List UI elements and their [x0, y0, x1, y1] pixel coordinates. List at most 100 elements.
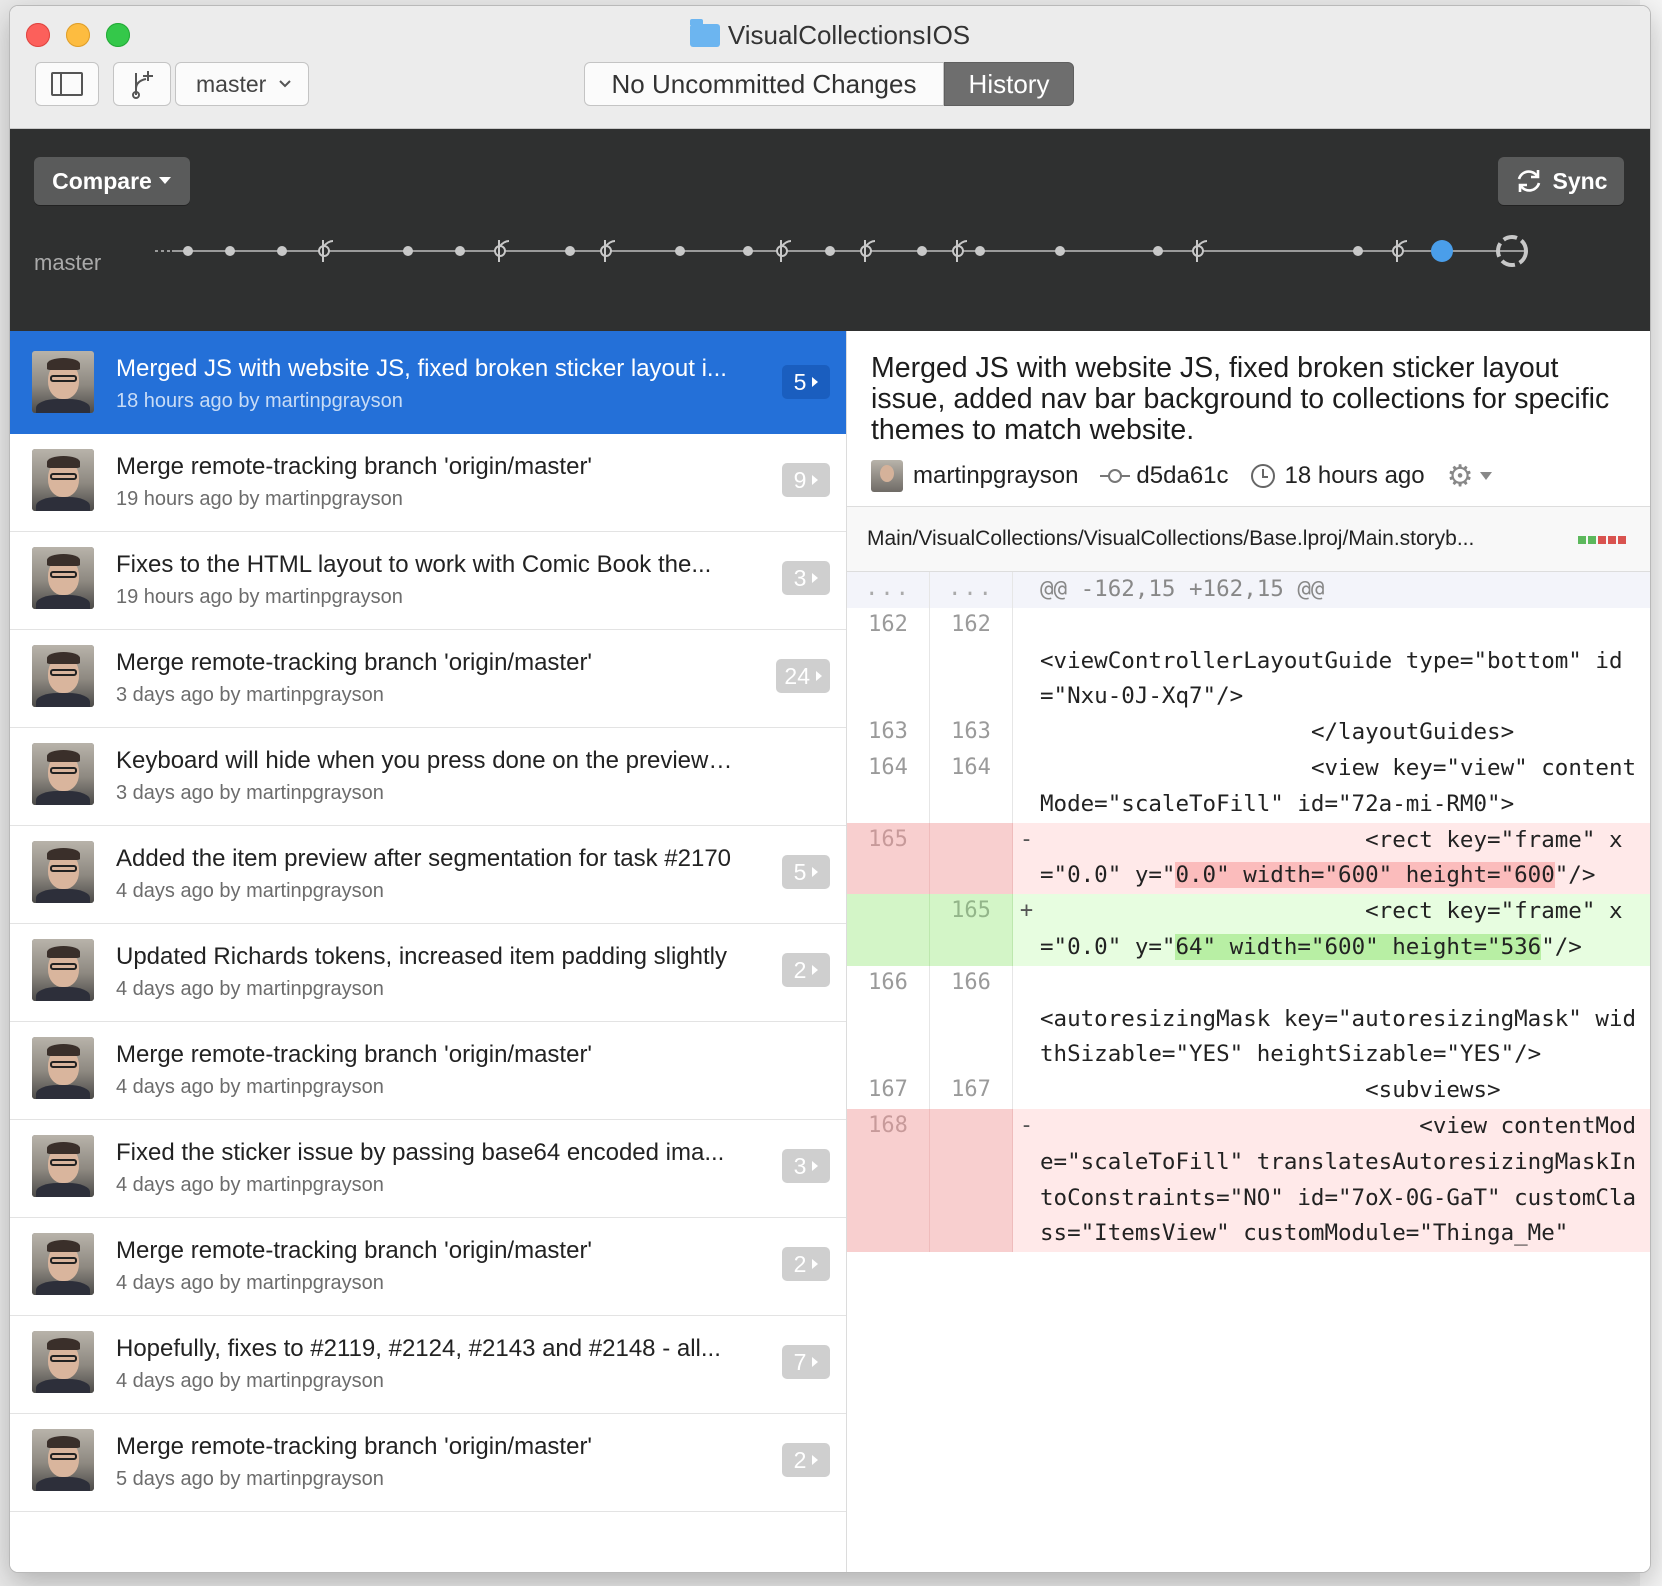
commit-meta: 4 days ago by martinpgrayson	[116, 978, 384, 1000]
changed-files-badge[interactable]: 9	[782, 463, 830, 497]
branch-select[interactable]: master	[175, 62, 309, 106]
author-avatar	[32, 1331, 94, 1393]
commit-row[interactable]: Fixes to the HTML layout to work with Co…	[10, 527, 846, 630]
changed-files-count: 5	[793, 368, 807, 395]
commit-row[interactable]: Merge remote-tracking branch 'origin/mas…	[10, 1409, 846, 1512]
author-avatar	[32, 351, 94, 413]
changed-files-badge[interactable]: 2	[782, 1443, 830, 1477]
tab-history[interactable]: History	[944, 62, 1074, 106]
author-avatar	[871, 460, 903, 492]
commit-title: Merged JS with website JS, fixed broken …	[116, 355, 727, 382]
old-line-number: 167	[847, 1073, 930, 1109]
new-line-number: 163	[930, 715, 1013, 751]
commit-row[interactable]: Fixed the sticker issue by passing base6…	[10, 1115, 846, 1218]
diff-code: <rect key="frame" x="0.0" y="64" width="…	[1040, 898, 1623, 960]
diff-line-ctx: 166 166 <autoresizingMask key="autoresizi…	[847, 965, 1650, 1074]
changed-files-badge[interactable]: 3	[782, 561, 830, 595]
timeline-commit-dot[interactable]	[743, 246, 753, 256]
sidebar-icon	[51, 72, 83, 96]
timeline-commit-dot[interactable]	[565, 246, 575, 256]
timeline-commit-dot[interactable]	[1055, 246, 1065, 256]
diffstat-add	[1578, 536, 1586, 544]
commit-title: Added the item preview after segmentatio…	[116, 845, 732, 872]
changed-files-badge[interactable]: 3	[782, 1149, 830, 1183]
commit-meta: 19 hours ago by martinpgrayson	[116, 586, 403, 608]
disclosure-icon	[812, 573, 819, 583]
diff-line-del: 165 - <rect key="frame" x="0.0" y="0.0" w…	[847, 822, 1650, 895]
timeline-commit-dot[interactable]	[277, 246, 287, 256]
commit-row[interactable]: Merge remote-tracking branch 'origin/mas…	[10, 625, 846, 728]
commit-title: Merge remote-tracking branch 'origin/mas…	[116, 1433, 593, 1460]
changed-files-badge[interactable]: 24	[776, 659, 830, 693]
commit-row[interactable]: Hopefully, fixes to #2119, #2124, #2143 …	[10, 1311, 846, 1414]
timeline-commit-dot[interactable]	[225, 246, 235, 256]
diff-line-add: 165 + <rect key="frame" x="0.0" y="64" wi…	[847, 894, 1650, 966]
tab-uncommitted-changes[interactable]: No Uncommitted Changes	[584, 62, 944, 106]
changed-files-count: 7	[793, 1348, 807, 1375]
diffstat-add	[1588, 536, 1596, 544]
new-line-number: 162	[930, 607, 1013, 716]
diff-sign	[1013, 751, 1040, 823]
diff-file-header[interactable]: Main/VisualCollections/VisualCollections…	[847, 506, 1650, 572]
diff-code: <subviews>	[1040, 1077, 1501, 1104]
commit-meta: 4 days ago by martinpgrayson	[116, 1174, 384, 1196]
timeline-commit-dot[interactable]	[675, 246, 685, 256]
disclosure-icon	[812, 1161, 819, 1171]
new-line-number: 166	[930, 965, 1013, 1074]
commit-sha[interactable]: d5da61c	[1136, 462, 1228, 490]
diff-view[interactable]: ...... @@ -162,15 +162,15 @@ 162 162 <viewC…	[847, 572, 1650, 1253]
timeline-commit-dot[interactable]	[455, 246, 465, 256]
commit-row[interactable]: Keyboard will hide when you press done o…	[10, 723, 846, 826]
diff-sign	[1013, 1073, 1040, 1109]
commit-row[interactable]: Merged JS with website JS, fixed broken …	[10, 331, 846, 434]
timeline-commit-dot[interactable]	[825, 246, 835, 256]
old-line-number: 162	[847, 607, 930, 716]
sidebar-toggle-button[interactable]	[35, 62, 99, 106]
commit-row[interactable]: Merge remote-tracking branch 'origin/mas…	[10, 1017, 846, 1120]
timeline-commit-dot[interactable]	[917, 246, 927, 256]
window-title: VisualCollectionsIOS	[10, 19, 1650, 51]
timeline-commit-dot[interactable]	[1153, 246, 1163, 256]
timeline-commit-dot[interactable]	[183, 246, 193, 256]
commit-row[interactable]: Added the item preview after segmentatio…	[10, 821, 846, 924]
diffstat-del	[1608, 536, 1616, 544]
changed-files-badge[interactable]: 5	[782, 855, 830, 889]
commit-title: Fixed the sticker issue by passing base6…	[116, 1139, 725, 1166]
timeline-commit-dot[interactable]	[1353, 246, 1363, 256]
diff-code: <view contentMode="scaleToFill" translat…	[1040, 1112, 1637, 1247]
commit-meta: 3 days ago by martinpgrayson	[116, 782, 384, 804]
history-toolbar: Compare Sync master	[10, 129, 1650, 331]
repo-name: VisualCollectionsIOS	[727, 20, 971, 50]
commit-meta: 4 days ago by martinpgrayson	[116, 880, 384, 902]
changed-files-badge[interactable]: 2	[782, 1247, 830, 1281]
diff-code: <view key="view" contentMode="scaleToFil…	[1040, 754, 1637, 817]
commit-icon	[1100, 469, 1131, 483]
timeline-commit-dot[interactable]	[975, 246, 985, 256]
changed-files-badge[interactable]: 5	[782, 365, 830, 399]
commit-row[interactable]: Merge remote-tracking branch 'origin/mas…	[10, 429, 846, 532]
diff-line-hunk: ...... @@ -162,15 +162,15 @@	[847, 572, 1650, 608]
commit-list[interactable]: Merged JS with website JS, fixed broken …	[10, 331, 847, 1572]
commit-time: 18 hours ago	[1284, 462, 1425, 489]
commit-meta: 19 hours ago by martinpgrayson	[116, 488, 403, 510]
new-branch-button[interactable]	[113, 62, 171, 106]
folder-icon	[689, 19, 720, 47]
changed-files-badge[interactable]: 2	[782, 953, 830, 987]
author-avatar	[32, 1429, 94, 1491]
disclosure-icon	[812, 965, 819, 975]
diff-line-ctx: 163 163 </layoutGuides>	[847, 715, 1650, 751]
commit-timeline[interactable]	[10, 129, 1650, 331]
commit-row[interactable]: Updated Richards tokens, increased item …	[10, 919, 846, 1022]
disclosure-icon	[812, 1259, 819, 1269]
commit-title: Keyboard will hide when you press done o…	[116, 747, 736, 774]
timeline-commit-dot[interactable]	[403, 246, 413, 256]
diff-line-ctx: 162 162 <viewControllerLayoutGuide type="…	[847, 607, 1650, 716]
timeline-selected-commit[interactable]	[1431, 240, 1453, 262]
changed-files-badge[interactable]: 7	[782, 1345, 830, 1379]
gear-icon[interactable]: ⚙	[1447, 459, 1474, 494]
changed-files-count: 9	[793, 466, 807, 493]
chevron-down-icon[interactable]	[1479, 472, 1492, 480]
diffstat-bar	[1578, 536, 1626, 544]
old-line-number: ...	[847, 572, 930, 608]
commit-row[interactable]: Merge remote-tracking branch 'origin/mas…	[10, 1213, 846, 1316]
